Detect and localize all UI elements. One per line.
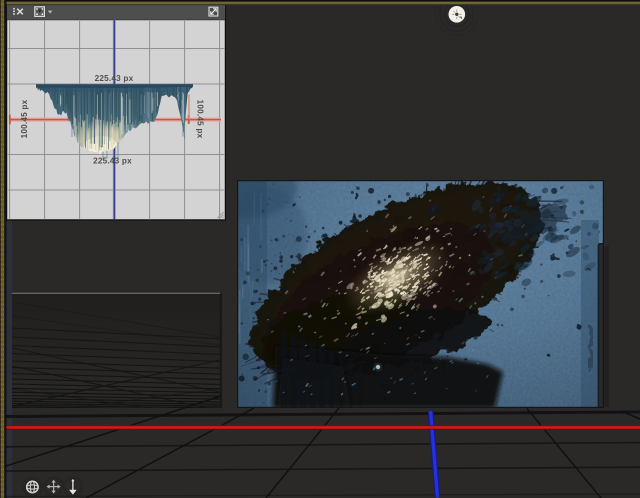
svg-text:225.43 px: 225.43 px	[95, 74, 134, 83]
svg-text:225.43 px: 225.43 px	[93, 157, 132, 166]
svg-text:100.45 px: 100.45 px	[20, 99, 29, 138]
svg-text:100.45 px: 100.45 px	[196, 100, 205, 139]
